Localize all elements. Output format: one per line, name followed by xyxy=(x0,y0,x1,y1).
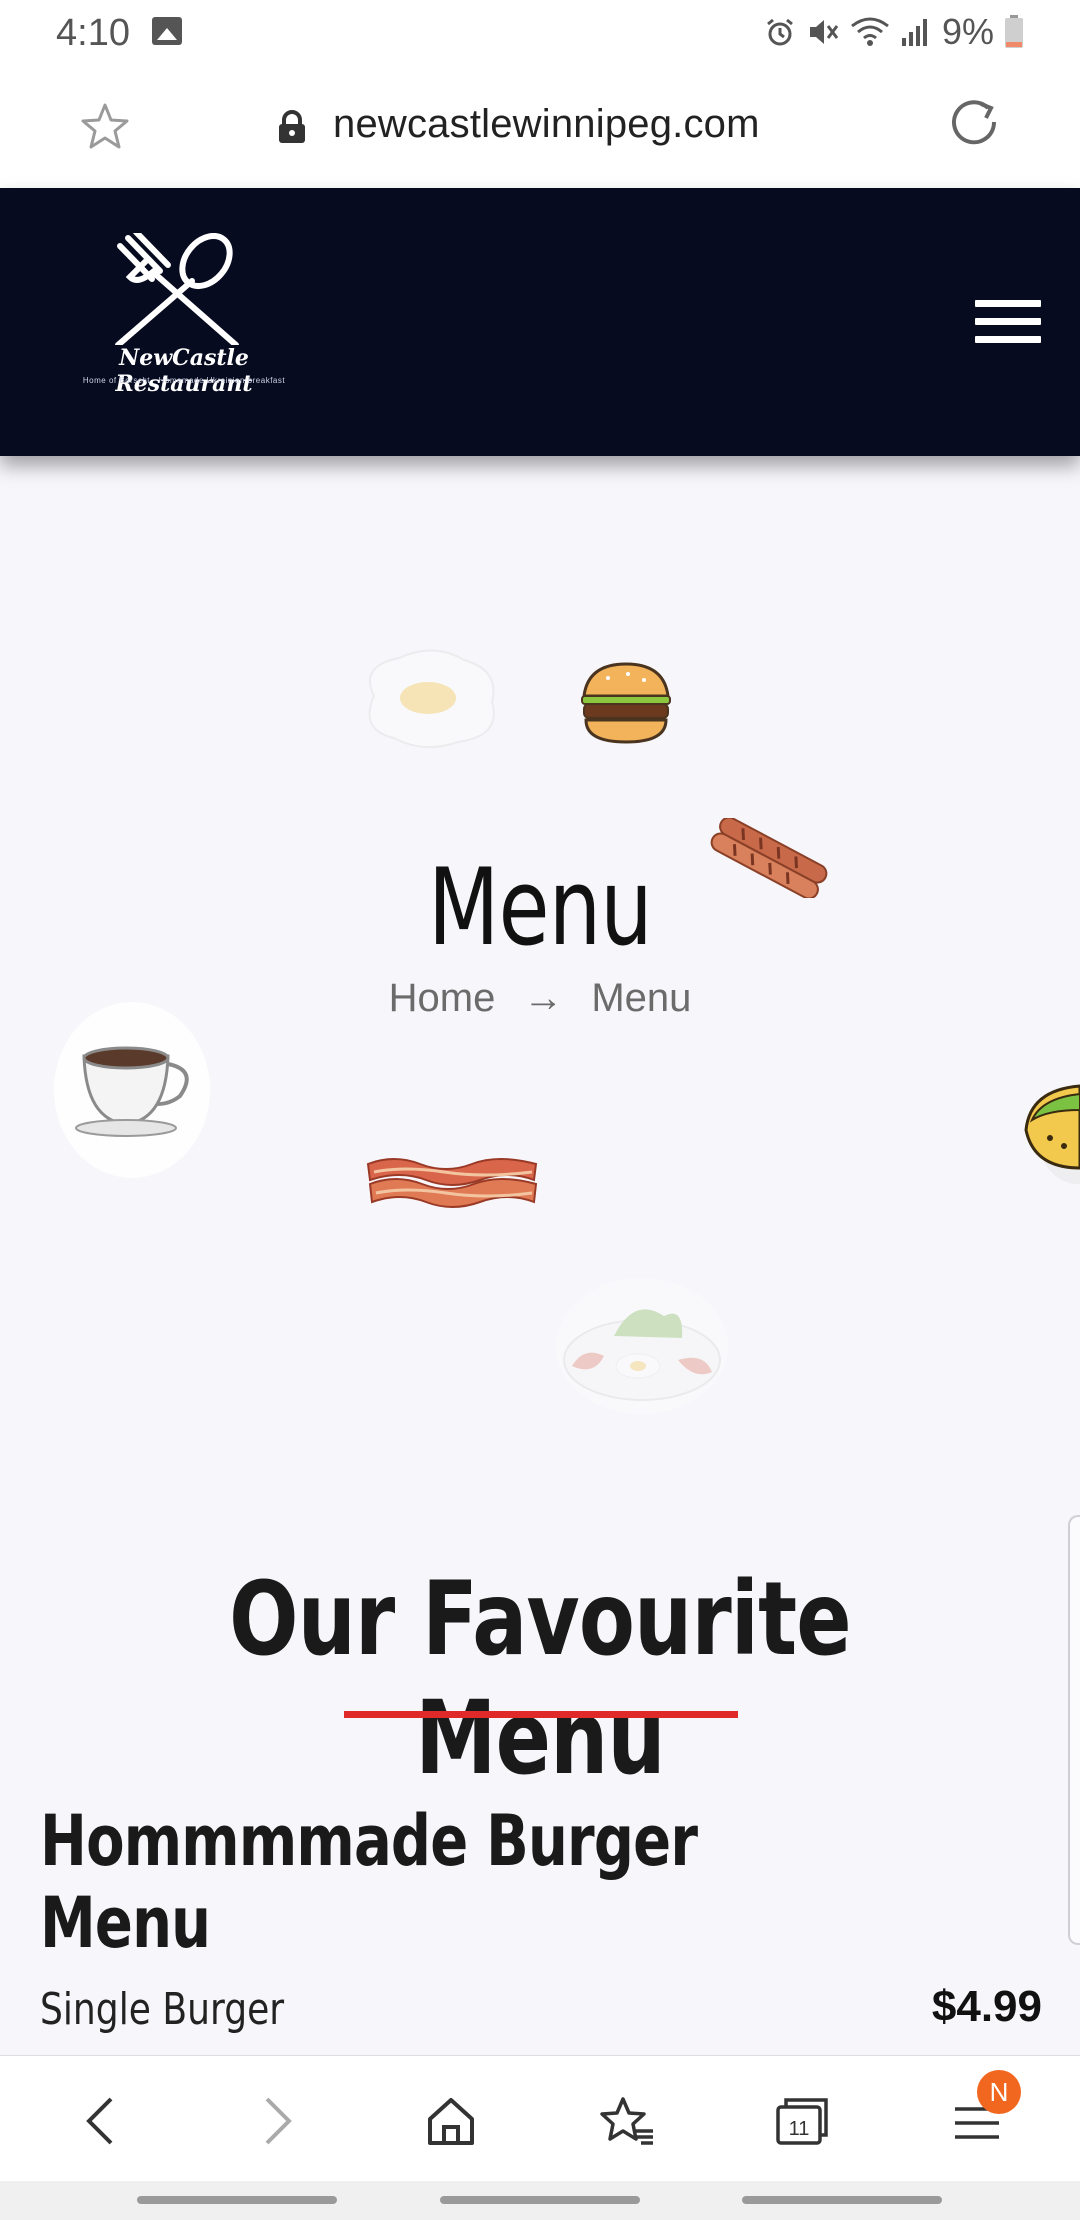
breadcrumb: Home → Menu xyxy=(0,976,1080,1021)
status-bar: 4:10 9% xyxy=(0,0,1080,66)
gesture-pill[interactable] xyxy=(742,2196,942,2204)
site-header: NewCastle Restaurant Home of Borscht · H… xyxy=(0,188,1080,456)
mute-icon xyxy=(809,20,839,44)
gesture-bar xyxy=(0,2181,1080,2220)
alarm-icon xyxy=(767,18,793,46)
fork-spoon-icon xyxy=(115,233,239,345)
bacon-icon xyxy=(366,1158,538,1208)
signal-icon xyxy=(901,19,927,46)
taco-icon xyxy=(1024,1084,1080,1184)
url-text[interactable]: newcastlewinnipeg.com xyxy=(333,102,760,147)
screen: 4:10 9% newcastlewinnipeg.com NewCastle … xyxy=(0,0,1080,2220)
forward-button[interactable] xyxy=(242,2086,312,2156)
gesture-pill[interactable] xyxy=(440,2196,640,2204)
menu-item-name: Single Burger xyxy=(40,1984,285,2035)
tabs-button[interactable]: 11 xyxy=(767,2086,837,2156)
battery-percent: 9% xyxy=(941,11,994,52)
lock-icon xyxy=(279,110,305,143)
edge-panel-handle[interactable] xyxy=(1068,1515,1080,1945)
home-button[interactable] xyxy=(416,2086,486,2156)
star-icon[interactable] xyxy=(80,102,130,150)
burger-icon xyxy=(581,662,671,744)
logo-name: NewCastle Restaurant xyxy=(115,345,253,397)
address-bar: newcastlewinnipeg.com xyxy=(0,66,1080,188)
page-title: Menu xyxy=(428,846,653,969)
logo-tagline: Home of Borscht · Homemade Ukrainian bre… xyxy=(82,376,286,385)
tabs-count: 11 xyxy=(789,2118,810,2140)
status-icons: 9% xyxy=(764,10,1024,54)
hero-section: Menu Home → Menu xyxy=(0,456,1080,1456)
back-button[interactable] xyxy=(66,2086,136,2156)
reload-icon[interactable] xyxy=(948,98,1002,152)
status-time: 4:10 xyxy=(56,12,130,54)
breadcrumb-current: Menu xyxy=(591,976,692,1020)
section-title: Our Favourite Menu xyxy=(229,1560,851,1798)
bookmarks-button[interactable] xyxy=(592,2086,662,2156)
menu-item-price: $4.99 xyxy=(931,1982,1042,2031)
breadcrumb-arrow-icon: → xyxy=(523,976,564,1020)
menu-category-title: Hommmmade Burger Menu xyxy=(40,1800,698,1964)
breakfast-plate-icon xyxy=(556,1278,728,1414)
gesture-pill[interactable] xyxy=(137,2196,337,2204)
forward-icon xyxy=(265,2097,292,2145)
section-underline xyxy=(344,1711,738,1718)
hamburger-icon[interactable] xyxy=(975,300,1043,350)
fried-egg-icon xyxy=(368,649,495,749)
restaurant-logo[interactable]: NewCastle Restaurant Home of Borscht · H… xyxy=(68,233,300,403)
photo-icon xyxy=(152,17,182,45)
battery-icon xyxy=(1005,15,1023,48)
home-icon xyxy=(428,2098,474,2145)
bookmarks-icon xyxy=(600,2097,653,2145)
coffee-cup-icon xyxy=(54,1002,210,1178)
notification-badge: N xyxy=(977,2070,1021,2114)
browser-bottom-nav: 11 N xyxy=(0,2055,1080,2181)
wifi-icon xyxy=(851,17,889,46)
back-icon xyxy=(86,2097,113,2145)
breadcrumb-home-link[interactable]: Home xyxy=(389,976,496,1021)
tabs-icon: 11 xyxy=(776,2098,828,2145)
